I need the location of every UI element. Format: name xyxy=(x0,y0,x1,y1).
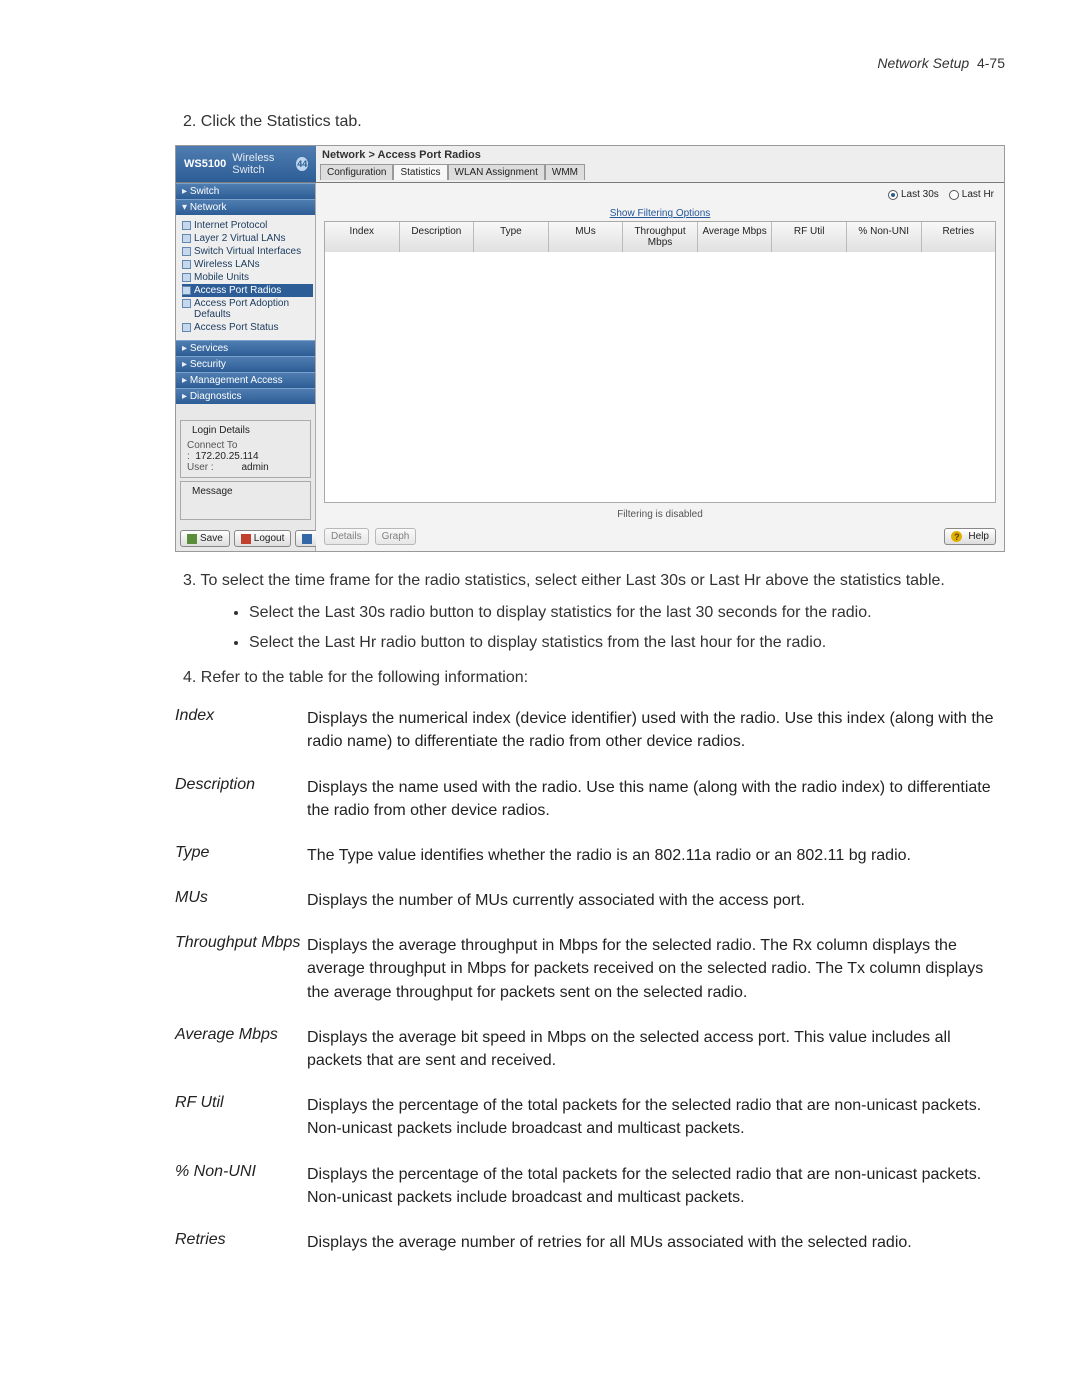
page-header: Network Setup 4-75 xyxy=(175,55,1005,71)
radio-icon xyxy=(949,190,959,200)
nav-tree: Internet Protocol Layer 2 Virtual LANs S… xyxy=(176,215,315,340)
nav-mgmt[interactable]: Management Access xyxy=(176,372,315,388)
tab-wmm[interactable]: WMM xyxy=(545,164,585,180)
def-term: RF Util xyxy=(175,1094,307,1112)
brand-badge-icon: 44 xyxy=(296,157,308,171)
tree-icon xyxy=(182,221,191,230)
table-body-empty xyxy=(325,252,995,502)
def-desc: Displays the average number of retries f… xyxy=(307,1231,1005,1254)
tree-svi[interactable]: Switch Virtual Interfaces xyxy=(182,245,313,258)
nav-switch[interactable]: Switch xyxy=(176,183,315,199)
def-term: MUs xyxy=(175,889,307,907)
step-4: Refer to the table for the following inf… xyxy=(175,667,1005,689)
stats-table: Index Description Type MUs Throughput Mb… xyxy=(324,221,996,503)
col-avg[interactable]: Average Mbps xyxy=(698,222,773,252)
def-desc: Displays the number of MUs currently ass… xyxy=(307,889,1005,912)
tree-l2-vlans[interactable]: Layer 2 Virtual LANs xyxy=(182,232,313,245)
col-type[interactable]: Type xyxy=(474,222,549,252)
breadcrumb: Network > Access Port Radios xyxy=(316,146,1004,162)
tab-bar: Configuration Statistics WLAN Assignment… xyxy=(316,162,1004,180)
tree-mobile-units[interactable]: Mobile Units xyxy=(182,271,313,284)
details-button[interactable]: Details xyxy=(324,528,369,545)
col-index[interactable]: Index xyxy=(325,222,400,252)
bullet-lasthr: Select the Last Hr radio button to displ… xyxy=(249,631,1005,655)
tree-icon xyxy=(182,273,191,282)
tree-icon xyxy=(182,286,191,295)
def-desc: Displays the name used with the radio. U… xyxy=(307,776,1005,822)
col-retries[interactable]: Retries xyxy=(922,222,996,252)
header-section: Network Setup xyxy=(877,55,969,71)
nav-security[interactable]: Security xyxy=(176,356,315,372)
def-desc: Displays the percentage of the total pac… xyxy=(307,1094,1005,1140)
col-rfutil[interactable]: RF Util xyxy=(772,222,847,252)
step-2: Click the Statistics tab. xyxy=(175,111,1005,133)
def-desc: Displays the numerical index (device ide… xyxy=(307,707,1005,753)
screenshot: WS5100 Wireless Switch 44 Network > Acce… xyxy=(175,145,1005,552)
def-desc: Displays the average throughput in Mbps … xyxy=(307,934,1005,1004)
def-term: % Non-UNI xyxy=(175,1163,307,1181)
sidebar: Switch Network Internet Protocol Layer 2… xyxy=(176,183,316,551)
radio-lasthr[interactable]: Last Hr xyxy=(949,189,994,200)
help-icon: ? xyxy=(951,531,962,542)
def-desc: Displays the percentage of the total pac… xyxy=(307,1163,1005,1209)
login-details: Login Details Connect To : 172.20.25.114… xyxy=(180,420,311,478)
tab-wlan-assignment[interactable]: WLAN Assignment xyxy=(448,164,545,180)
tree-icon xyxy=(182,234,191,243)
col-throughput[interactable]: Throughput Mbps xyxy=(623,222,698,252)
step-3: To select the time frame for the radio s… xyxy=(175,570,1005,654)
nav-network[interactable]: Network xyxy=(176,199,315,215)
tree-icon xyxy=(182,247,191,256)
show-filtering-link[interactable]: Show Filtering Options xyxy=(316,208,1004,219)
def-desc: Displays the average bit speed in Mbps o… xyxy=(307,1026,1005,1072)
logout-button[interactable]: Logout xyxy=(234,530,292,547)
tree-ap-adoption[interactable]: Access Port Adoption Defaults xyxy=(182,297,313,321)
def-term: Index xyxy=(175,707,307,725)
tree-internet-protocol[interactable]: Internet Protocol xyxy=(182,219,313,232)
tree-wlans[interactable]: Wireless LANs xyxy=(182,258,313,271)
radio-last30s[interactable]: Last 30s xyxy=(888,189,939,200)
col-mus[interactable]: MUs xyxy=(549,222,624,252)
def-term: Retries xyxy=(175,1231,307,1249)
main-panel: Last 30s Last Hr Show Filtering Options … xyxy=(316,183,1004,551)
tab-configuration[interactable]: Configuration xyxy=(320,164,393,180)
def-term: Description xyxy=(175,776,307,794)
tree-access-port-radios[interactable]: Access Port Radios xyxy=(182,284,313,297)
message-box: Message xyxy=(180,481,311,520)
def-term: Average Mbps xyxy=(175,1026,307,1044)
graph-button[interactable]: Graph xyxy=(375,528,417,545)
app-brand: WS5100 Wireless Switch 44 xyxy=(176,146,316,182)
definition-list: IndexDisplays the numerical index (devic… xyxy=(175,707,1005,1254)
nav-services[interactable]: Services xyxy=(176,340,315,356)
def-term: Type xyxy=(175,844,307,862)
bullet-last30: Select the Last 30s radio button to disp… xyxy=(249,601,1005,625)
col-description[interactable]: Description xyxy=(400,222,475,252)
radio-icon xyxy=(888,190,898,200)
logout-icon xyxy=(241,534,251,544)
filter-status: Filtering is disabled xyxy=(316,503,1004,522)
tree-icon xyxy=(182,299,191,308)
refresh-icon xyxy=(302,534,312,544)
tree-ap-status[interactable]: Access Port Status xyxy=(182,321,313,334)
header-pagenum: 4-75 xyxy=(977,55,1005,71)
tree-icon xyxy=(182,323,191,332)
tree-icon xyxy=(182,260,191,269)
save-icon xyxy=(187,534,197,544)
tab-statistics[interactable]: Statistics xyxy=(393,164,447,180)
nav-diag[interactable]: Diagnostics xyxy=(176,388,315,404)
def-desc: The Type value identifies whether the ra… xyxy=(307,844,1005,867)
help-button[interactable]: ?Help xyxy=(944,528,996,545)
def-term: Throughput Mbps xyxy=(175,934,307,952)
save-button[interactable]: Save xyxy=(180,530,230,547)
col-nonuni[interactable]: % Non-UNI xyxy=(847,222,922,252)
